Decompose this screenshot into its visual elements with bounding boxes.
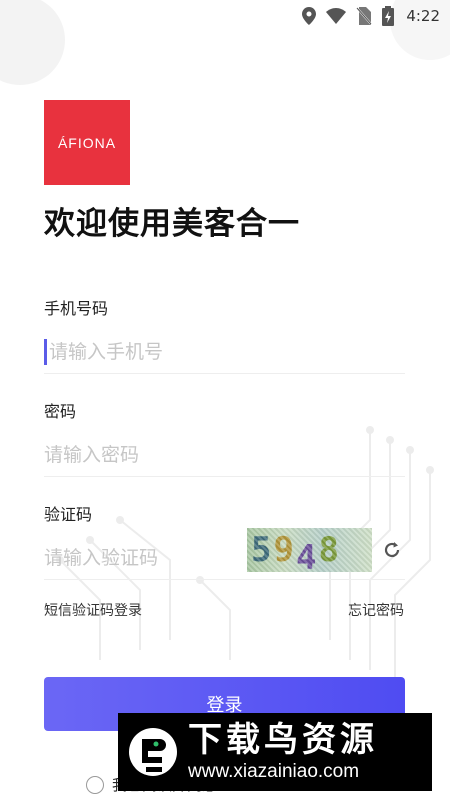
- page-title: 欢迎使用美客合一: [44, 206, 300, 242]
- sms-login-link[interactable]: 短信验证码登录: [44, 600, 142, 620]
- forgot-password-link[interactable]: 忘记密码: [348, 600, 404, 620]
- watermark-title: 下载鸟资源: [188, 720, 378, 760]
- password-field-wrapper: [44, 433, 405, 477]
- phone-input[interactable]: [49, 340, 405, 363]
- captcha-image[interactable]: 5948: [247, 528, 372, 572]
- status-time: 4:22: [406, 7, 440, 25]
- status-bar: 4:22: [0, 0, 450, 32]
- password-label: 密码: [44, 402, 77, 421]
- app-logo: ÁFIONA: [44, 100, 130, 185]
- location-icon: [302, 7, 317, 25]
- battery-charging-icon: [382, 6, 395, 26]
- captcha-noise: [247, 528, 372, 572]
- no-sim-icon: [356, 7, 373, 25]
- captcha-label: 验证码: [44, 505, 93, 524]
- logo-text: ÁFIONA: [57, 134, 117, 151]
- agreement-checkbox[interactable]: [86, 775, 104, 794]
- phone-field-wrapper: [44, 330, 405, 374]
- password-input[interactable]: [44, 443, 405, 466]
- watermark-url: www.xiazainiao.com: [188, 761, 360, 782]
- phone-label: 手机号码: [44, 299, 109, 318]
- wifi-icon: [326, 8, 347, 24]
- text-cursor: [44, 338, 47, 365]
- bird-logo-icon: [129, 728, 177, 776]
- refresh-icon[interactable]: [381, 539, 403, 561]
- watermark-banner: 下载鸟资源 www.xiazainiao.com: [118, 713, 432, 791]
